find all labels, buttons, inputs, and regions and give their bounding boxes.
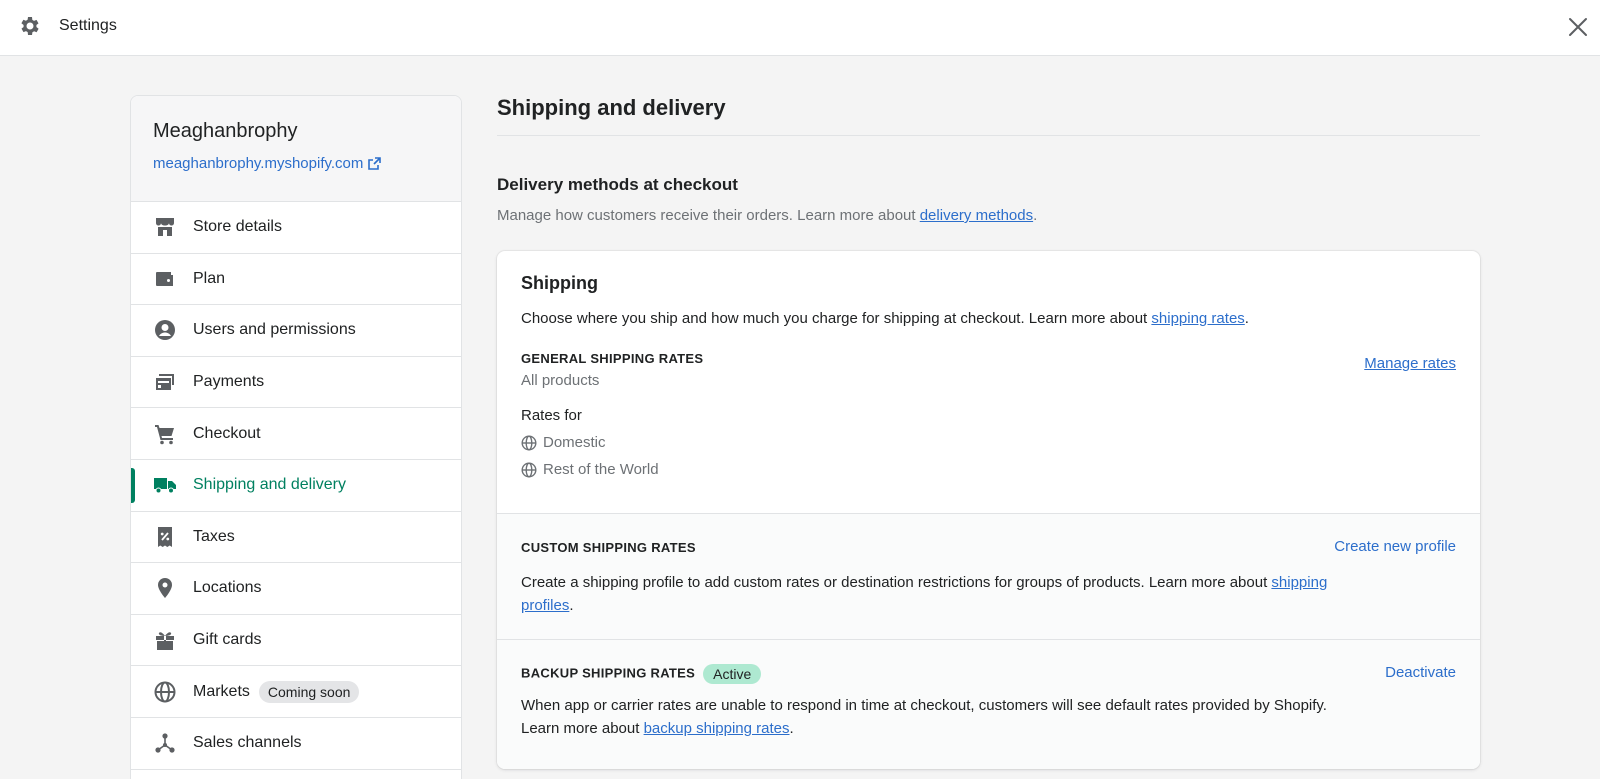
backup-shipping-rates-link[interactable]: backup shipping rates [644, 720, 790, 737]
backup-rates-header: BACKUP SHIPPING RATES Active Deactivate [521, 664, 1456, 684]
sidebar-item-shipping-and-delivery[interactable]: Shipping and delivery [131, 460, 461, 512]
main-content: Shipping and delivery Delivery methods a… [497, 95, 1480, 769]
location-pin-icon [153, 576, 177, 600]
backup-rates-heading: BACKUP SHIPPING RATES [521, 665, 696, 681]
store-url-link[interactable]: meaghanbrophy.myshopify.com [153, 155, 439, 172]
sidebar-item-plan[interactable]: Plan [131, 254, 461, 306]
shipping-rates-link[interactable]: shipping rates [1151, 310, 1244, 327]
page-header-title: Settings [59, 17, 117, 34]
manage-rates-link[interactable]: Manage rates [1364, 355, 1456, 372]
backup-rates-suffix: . [789, 720, 794, 737]
receipt-percent-icon [153, 525, 177, 549]
gift-icon [153, 628, 177, 652]
zone-name: Domestic [543, 434, 606, 451]
sidebar-item-users-and-permissions[interactable]: Users and permissions [131, 305, 461, 357]
deactivate-button[interactable]: Deactivate [1385, 664, 1456, 681]
gear-icon [21, 17, 39, 35]
custom-rates-text: Create a shipping profile to add custom … [521, 574, 1272, 591]
page-title: Shipping and delivery [497, 95, 726, 120]
channels-icon [153, 731, 177, 755]
globe-icon [153, 680, 177, 704]
sidebar-item-label: Shipping and delivery [193, 476, 346, 494]
delivery-methods-subtitle-suffix: . [1033, 207, 1038, 224]
store-url-text[interactable]: meaghanbrophy.myshopify.com [153, 155, 363, 172]
shipping-desc-suffix: . [1244, 310, 1249, 327]
external-link-icon [368, 157, 382, 170]
wallet-icon [153, 267, 177, 291]
coming-soon-badge: Coming soon [258, 680, 360, 703]
custom-rates-section: CUSTOM SHIPPING RATES Create new profile… [497, 513, 1480, 639]
sidebar-item-label: Users and permissions [193, 321, 356, 339]
delivery-methods-title: Delivery methods at checkout [497, 175, 738, 194]
sidebar-item-sales-channels[interactable]: Sales channels [131, 718, 461, 770]
backup-rates-section: BACKUP SHIPPING RATES Active Deactivate W… [497, 639, 1480, 769]
sidebar-item-locations[interactable]: Locations [131, 563, 461, 615]
user-circle-icon [153, 318, 177, 342]
globe-icon [521, 461, 537, 478]
zone-name: Rest of the World [543, 461, 659, 478]
sidebar-item-checkout[interactable]: Checkout [131, 408, 461, 460]
backup-rates-heading-row: BACKUP SHIPPING RATES Active [521, 664, 762, 684]
sidebar-item-markets[interactable]: Markets Coming soon [131, 666, 461, 718]
delivery-methods-link[interactable]: delivery methods [920, 207, 1033, 224]
payments-icon [153, 370, 177, 394]
general-rates-scope: All products [521, 372, 600, 389]
backup-rates-learn-more: Learn more about [521, 720, 644, 737]
sidebar-item-label: Checkout [193, 424, 261, 442]
status-badge: Active [703, 664, 762, 684]
sidebar-item-label: Store details [193, 218, 282, 236]
rates-for-label: Rates for [521, 407, 582, 424]
shipping-card: Shipping Choose where you ship and how m… [497, 251, 1480, 769]
sidebar-item-label: Taxes [193, 527, 235, 545]
close-icon[interactable] [1567, 16, 1589, 38]
sidebar-item-gift-cards[interactable]: Gift cards [131, 615, 461, 667]
store-header: Meaghanbrophy meaghanbrophy.myshopify.co… [131, 96, 461, 202]
create-new-profile-button[interactable]: Create new profile [1334, 538, 1456, 555]
backup-rates-description: When app or carrier rates are unable to … [521, 694, 1456, 740]
cart-icon [153, 422, 177, 446]
settings-sidebar: Meaghanbrophy meaghanbrophy.myshopify.co… [130, 95, 462, 779]
sidebar-item-payments[interactable]: Payments [131, 357, 461, 409]
sidebar-item-label: Plan [193, 269, 226, 287]
delivery-methods-subtitle-text: Manage how customers receive their order… [497, 207, 920, 224]
sidebar-item-label: Locations [193, 579, 262, 597]
custom-rates-heading: CUSTOM SHIPPING RATES [521, 540, 696, 555]
sidebar-item-taxes[interactable]: Taxes [131, 512, 461, 564]
custom-rates-description: Create a shipping profile to add custom … [521, 571, 1456, 617]
globe-icon [521, 434, 537, 451]
shipping-profiles-link-cont[interactable]: profiles [521, 597, 569, 614]
shipping-general-section: Shipping Choose where you ship and how m… [497, 251, 1480, 513]
zone-domestic: Domestic [521, 434, 1456, 451]
sidebar-item-label: Gift cards [193, 631, 262, 649]
backup-rates-text: When app or carrier rates are unable to … [521, 697, 1327, 714]
shipping-profiles-link[interactable]: shipping [1271, 574, 1327, 591]
shipping-card-description: Choose where you ship and how much you c… [521, 310, 1456, 327]
shipping-desc-text: Choose where you ship and how much you c… [521, 310, 1152, 327]
sidebar-item-store-details[interactable]: Store details [131, 202, 461, 254]
truck-icon [153, 473, 177, 497]
custom-rates-header: CUSTOM SHIPPING RATES Create new profile [521, 538, 1456, 555]
store-name: Meaghanbrophy [153, 120, 298, 142]
general-rates-heading: GENERAL SHIPPING RATES [521, 351, 704, 366]
sidebar-item-label: Sales channels [193, 734, 302, 752]
title-divider [497, 135, 1480, 136]
store-icon [153, 215, 177, 239]
sidebar-item-label: Markets [193, 682, 250, 700]
custom-rates-suffix: . [569, 597, 574, 614]
settings-topbar: Settings [0, 0, 1600, 56]
general-rates-header: GENERAL SHIPPING RATES All products Mana… [521, 351, 1456, 389]
sidebar-item-label: Payments [193, 373, 265, 391]
zone-rest-of-world: Rest of the World [521, 461, 1456, 478]
shipping-card-title: Shipping [521, 273, 598, 293]
delivery-methods-subtitle: Manage how customers receive their order… [497, 207, 1037, 224]
